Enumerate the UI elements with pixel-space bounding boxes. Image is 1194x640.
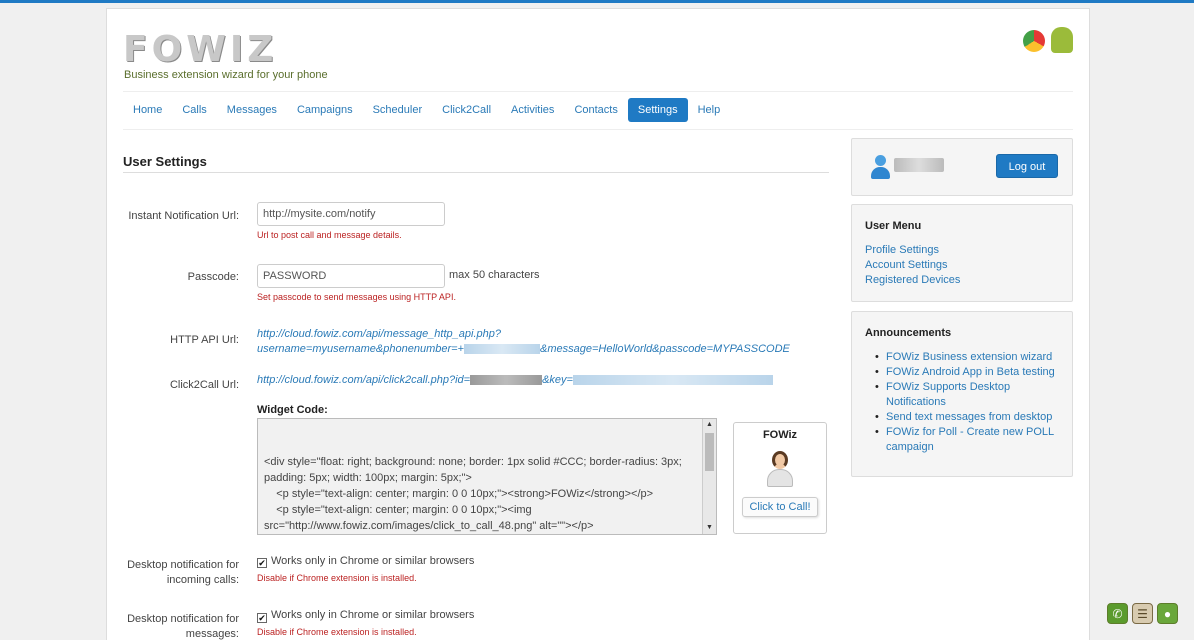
http-api-url-line2: username=myusername&phonenumber=+ &messag… <box>257 342 790 357</box>
announcement-item[interactable]: Send text messages from desktop <box>874 410 1069 425</box>
announcements-list: FOWiz Business extension wizard FOWiz An… <box>874 350 1069 455</box>
nav-campaigns[interactable]: Campaigns <box>287 98 363 122</box>
page-title: User Settings <box>123 154 207 169</box>
page-container: FOWIZ Business extension wizard for your… <box>106 8 1090 640</box>
main-nav: Home Calls Messages Campaigns Scheduler … <box>123 98 730 122</box>
divider <box>123 91 1073 92</box>
desktop-calls-hint: Disable if Chrome extension is installed… <box>257 573 417 583</box>
widget-preview-title: FOWiz <box>762 429 798 441</box>
nav-settings[interactable]: Settings <box>627 98 688 122</box>
instant-url-label: Instant Notification Url: <box>128 210 239 222</box>
nav-help[interactable]: Help <box>688 98 731 122</box>
announcements-title: Announcements <box>865 327 952 339</box>
nav-messages[interactable]: Messages <box>217 98 287 122</box>
floating-actions: ✆ ☰ ● <box>1107 603 1178 624</box>
announcement-item[interactable]: FOWiz Supports Desktop Notifications <box>874 380 1069 410</box>
redacted-key <box>572 375 773 386</box>
redacted-phone <box>464 344 540 355</box>
logo[interactable]: FOWIZ Business extension wizard for your… <box>123 29 328 86</box>
nav-calls[interactable]: Calls <box>172 98 216 122</box>
http-api-url-prefix: username=myusername&phonenumber=+ <box>257 343 464 355</box>
http-api-label: HTTP API Url: <box>170 334 239 346</box>
title-divider <box>123 172 829 173</box>
announcement-item[interactable]: FOWiz Business extension wizard <box>874 350 1069 365</box>
nav-scheduler[interactable]: Scheduler <box>363 98 433 122</box>
redacted-username <box>894 158 944 172</box>
logo-tagline: Business extension wizard for your phone <box>124 69 328 81</box>
logout-button[interactable]: Log out <box>996 154 1058 178</box>
instant-url-input[interactable] <box>257 202 445 226</box>
http-api-url-line1: http://cloud.fowiz.com/api/message_http_… <box>257 328 501 340</box>
account-settings-link[interactable]: Account Settings <box>865 259 948 271</box>
user-menu-box: User Menu Profile Settings Account Setti… <box>851 204 1073 302</box>
scroll-up-icon[interactable]: ▲ <box>703 419 716 431</box>
announcement-item[interactable]: FOWiz Android App in Beta testing <box>874 365 1069 380</box>
http-api-url-suffix: &message=HelloWorld&passcode=MYPASSCODE <box>540 343 790 355</box>
scroll-down-icon[interactable]: ▼ <box>703 522 716 534</box>
widget-code-label: Widget Code: <box>257 404 328 416</box>
http-api-url[interactable]: http://cloud.fowiz.com/api/message_http_… <box>257 327 790 357</box>
click2call-url-key: &key= <box>542 374 573 386</box>
logo-mark: FOWIZ <box>123 29 278 70</box>
user-box: Log out <box>851 138 1073 196</box>
nav-click2call[interactable]: Click2Call <box>432 98 501 122</box>
passcode-hint: Set passcode to send messages using HTTP… <box>257 292 456 302</box>
click2call-url[interactable]: http://cloud.fowiz.com/api/click2call.ph… <box>257 373 773 388</box>
user-menu-title: User Menu <box>865 220 922 232</box>
platform-icons <box>1023 27 1073 53</box>
user-icon <box>870 155 890 179</box>
redacted-id <box>470 375 543 386</box>
chat-icon[interactable]: ● <box>1157 603 1178 624</box>
widget-code-textarea[interactable]: <div style="float: right; background: no… <box>257 418 717 535</box>
announcement-item[interactable]: FOWiz for Poll - Create new POLL campaig… <box>874 425 1069 455</box>
top-accent-bar <box>0 0 1194 3</box>
desktop-calls-check-label: Works only in Chrome or similar browsers <box>271 555 475 567</box>
click2call-url-prefix: http://cloud.fowiz.com/api/click2call.ph… <box>257 374 471 386</box>
passcode-label: Passcode: <box>187 271 239 283</box>
desktop-calls-checkbox[interactable]: ✔ <box>257 558 267 568</box>
desktop-messages-hint: Disable if Chrome extension is installed… <box>257 627 417 637</box>
chrome-icon[interactable] <box>1023 30 1045 52</box>
click2call-label: Click2Call Url: <box>169 379 239 391</box>
android-icon[interactable] <box>1051 27 1073 53</box>
widget-preview: FOWiz Click to Call! <box>733 422 827 534</box>
messages-icon[interactable]: ☰ <box>1132 603 1153 624</box>
widget-code-scrollbar[interactable]: ▲ ▼ <box>702 419 716 534</box>
registered-devices-link[interactable]: Registered Devices <box>865 274 960 286</box>
profile-settings-link[interactable]: Profile Settings <box>865 244 939 256</box>
desktop-messages-check-label: Works only in Chrome or similar browsers <box>271 609 475 621</box>
divider <box>123 129 1073 130</box>
desktop-messages-label: Desktop notification for messages: <box>127 613 239 640</box>
passcode-input[interactable] <box>257 264 445 288</box>
scroll-thumb[interactable] <box>705 433 714 471</box>
instant-url-hint: Url to post call and message details. <box>257 230 402 240</box>
desktop-messages-checkbox[interactable]: ✔ <box>257 613 267 623</box>
desktop-calls-label: Desktop notification for incoming calls: <box>127 559 239 586</box>
passcode-max-note: max 50 characters <box>449 269 540 281</box>
nav-activities[interactable]: Activities <box>501 98 564 122</box>
nav-contacts[interactable]: Contacts <box>564 98 627 122</box>
click-to-call-button[interactable]: Click to Call! <box>742 497 818 517</box>
nav-home[interactable]: Home <box>123 98 172 122</box>
call-agent-icon <box>763 449 797 487</box>
phone-icon[interactable]: ✆ <box>1107 603 1128 624</box>
widget-code-text: <div style="float: right; background: no… <box>264 456 682 532</box>
announcements-box: Announcements FOWiz Business extension w… <box>851 311 1073 477</box>
